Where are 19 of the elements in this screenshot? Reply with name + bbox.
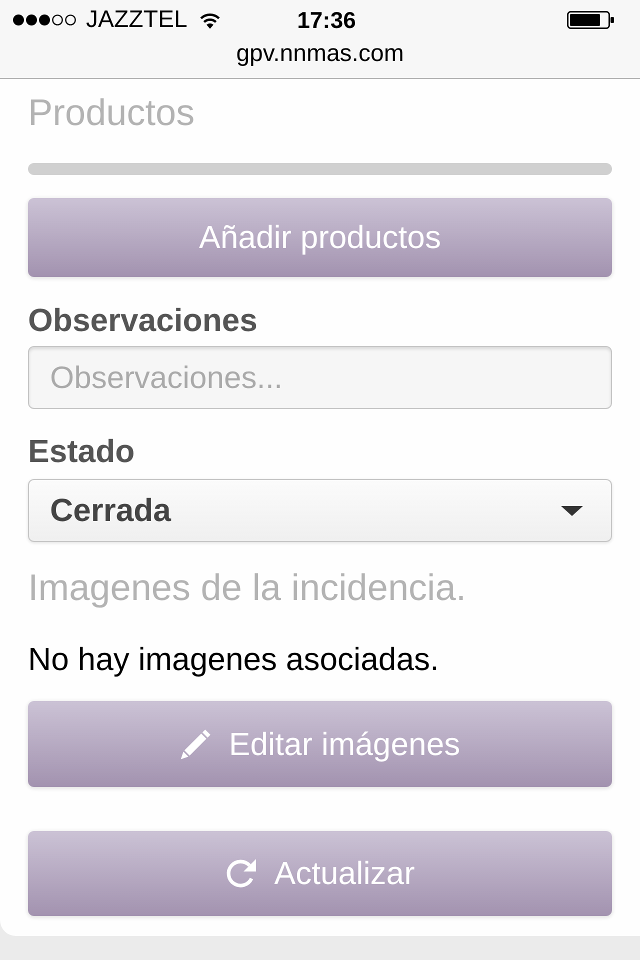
state-label: Estado bbox=[28, 432, 135, 470]
observations-input[interactable]: Observaciones... bbox=[28, 346, 612, 409]
products-heading: Productos bbox=[28, 92, 195, 134]
wifi-icon bbox=[199, 12, 222, 28]
pencil-icon bbox=[180, 728, 212, 760]
signal-icon bbox=[13, 14, 76, 26]
status-time: 17:36 bbox=[297, 6, 356, 34]
caret-icon bbox=[561, 506, 583, 516]
carrier-name: JAZZTEL bbox=[86, 6, 188, 34]
refresh-icon bbox=[225, 858, 258, 890]
images-heading: Imagenes de la incidencia. bbox=[28, 567, 466, 609]
state-select[interactable]: Cerrada bbox=[28, 479, 612, 542]
edit-images-button[interactable]: Editar imágenes bbox=[28, 701, 612, 787]
refresh-button[interactable]: Actualizar bbox=[28, 831, 612, 916]
no-images-message: No hay imagenes asociadas. bbox=[28, 640, 439, 678]
page-address: gpv.nnmas.com bbox=[236, 40, 404, 68]
battery-icon bbox=[566, 11, 614, 29]
observations-label: Observaciones bbox=[28, 301, 258, 339]
add-products-button[interactable]: Añadir productos bbox=[28, 198, 612, 277]
